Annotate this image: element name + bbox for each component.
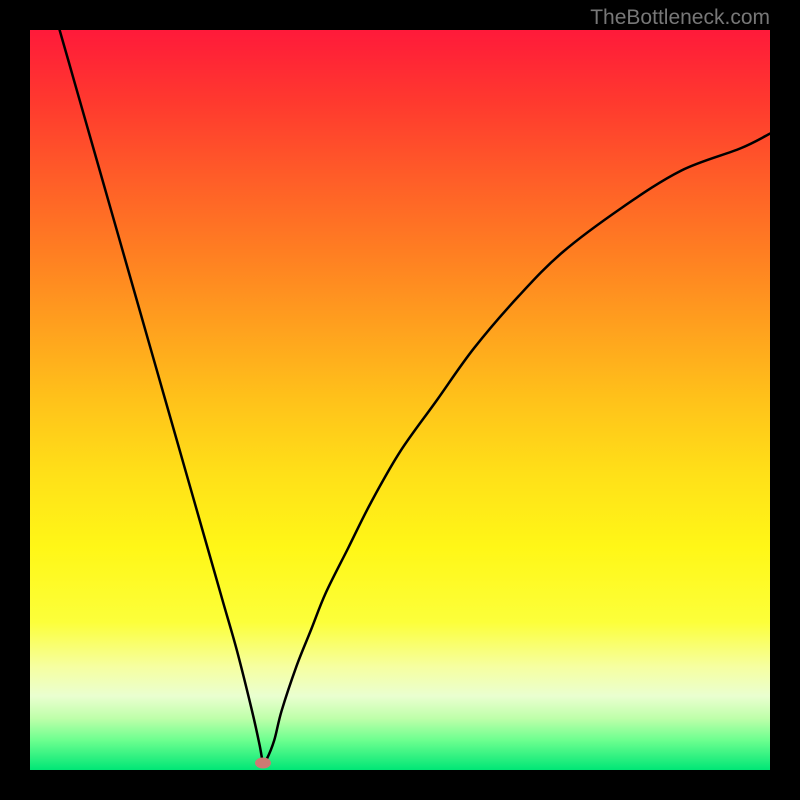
- watermark-text: TheBottleneck.com: [590, 6, 770, 30]
- chart-plot-area: [30, 30, 770, 770]
- bottleneck-curve-svg: [30, 30, 770, 770]
- optimal-point-marker: [255, 757, 271, 768]
- bottleneck-curve-path: [60, 30, 770, 764]
